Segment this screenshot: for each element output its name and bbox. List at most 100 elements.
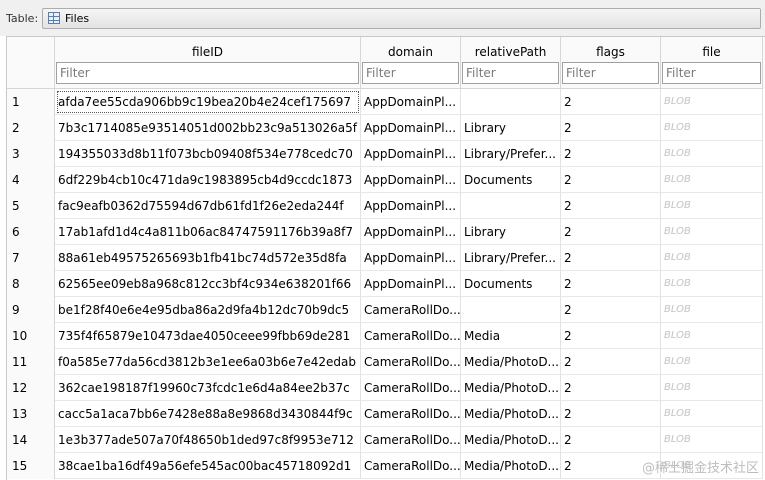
cell-file[interactable]: BLOB xyxy=(661,167,763,193)
table-row[interactable]: 1 afda7ee55cda906bb9c19bea20b4e24cef17569… xyxy=(7,89,765,115)
cell-domain[interactable]: AppDomainPl... xyxy=(361,271,461,297)
cell-file[interactable]: BLOB xyxy=(661,375,763,401)
cell-relativePath[interactable]: Media/PhotoD... xyxy=(461,427,561,453)
column-header-file[interactable]: file xyxy=(661,37,763,89)
cell-relativePath[interactable]: Documents xyxy=(461,271,561,297)
cell-fileID[interactable]: 194355033d8b11f073bcb09408f534e778cedc70 xyxy=(55,141,361,167)
cell-relativePath[interactable]: Media/PhotoD... xyxy=(461,349,561,375)
cell-fileID[interactable]: 17ab1afd1d4c4a811b06ac84747591176b39a8f7 xyxy=(55,219,361,245)
filter-input-domain[interactable] xyxy=(362,62,459,84)
cell-relativePath[interactable]: Media xyxy=(461,323,561,349)
cell-relativePath[interactable]: Library xyxy=(461,219,561,245)
table-row[interactable]: 7 88a61eb49575265693b1fb41bc74d572e35d8fa… xyxy=(7,245,765,271)
cell-fileID[interactable]: be1f28f40e6e4e95dba86a2d9fa4b12dc70b9dc5 xyxy=(55,297,361,323)
cell-fileID[interactable]: 362cae198187f19960c73fcdc1e6d4a84ee2b37c xyxy=(55,375,361,401)
filter-input-fileID[interactable] xyxy=(56,62,359,84)
cell-fileID[interactable]: cacc5a1aca7bb6e7428e88a8e9868d3430844f9c xyxy=(55,401,361,427)
table-selector[interactable]: Files xyxy=(42,8,761,29)
table-row[interactable]: 14 1e3b377ade507a70f48650b1ded97c8f9953e7… xyxy=(7,427,765,453)
table-row[interactable]: 10 735f4f65879e10473dae4050ceee99fbb69de2… xyxy=(7,323,765,349)
cell-flags[interactable]: 2 xyxy=(561,115,661,141)
cell-file[interactable]: BLOB xyxy=(661,349,763,375)
cell-relativePath[interactable] xyxy=(461,89,561,115)
cell-fileID[interactable]: 6df229b4cb10c471da9c1983895cb4d9ccdc1873 xyxy=(55,167,361,193)
cell-file[interactable]: BLOB xyxy=(661,89,763,115)
cell-relativePath[interactable] xyxy=(461,193,561,219)
column-header-relativePath[interactable]: relativePath xyxy=(461,37,561,89)
cell-relativePath[interactable]: Documents xyxy=(461,167,561,193)
table-row[interactable]: 6 17ab1afd1d4c4a811b06ac84747591176b39a8f… xyxy=(7,219,765,245)
cell-domain[interactable]: CameraRollDo... xyxy=(361,401,461,427)
cell-flags[interactable]: 2 xyxy=(561,141,661,167)
cell-flags[interactable]: 2 xyxy=(561,193,661,219)
cell-domain[interactable]: CameraRollDo... xyxy=(361,427,461,453)
cell-fileID[interactable]: 735f4f65879e10473dae4050ceee99fbb69de281 xyxy=(55,323,361,349)
table-row[interactable]: 11 f0a585e77da56cd3812b3e1ee6a03b6e7e42ed… xyxy=(7,349,765,375)
cell-fileID[interactable]: 62565ee09eb8a968c812cc3bf4c934e638201f66 xyxy=(55,271,361,297)
cell-relativePath[interactable]: Library xyxy=(461,115,561,141)
cell-flags[interactable]: 2 xyxy=(561,167,661,193)
cell-domain[interactable]: AppDomainPl... xyxy=(361,89,461,115)
cell-file[interactable]: BLOB xyxy=(661,427,763,453)
table-selector-value: Files xyxy=(65,12,90,25)
filter-input-relativePath[interactable] xyxy=(462,62,559,84)
column-title-file: file xyxy=(702,45,721,59)
cell-domain[interactable]: CameraRollDo... xyxy=(361,323,461,349)
cell-domain[interactable]: AppDomainPl... xyxy=(361,193,461,219)
cell-flags[interactable]: 2 xyxy=(561,427,661,453)
cell-fileID[interactable]: 88a61eb49575265693b1fb41bc74d572e35d8fa xyxy=(55,245,361,271)
cell-file[interactable]: BLOB xyxy=(661,141,763,167)
cell-domain[interactable]: AppDomainPl... xyxy=(361,219,461,245)
table-row[interactable]: 9 be1f28f40e6e4e95dba86a2d9fa4b12dc70b9dc… xyxy=(7,297,765,323)
cell-flags[interactable]: 2 xyxy=(561,375,661,401)
cell-fileID[interactable]: afda7ee55cda906bb9c19bea20b4e24cef175697 xyxy=(55,89,361,115)
cell-fileID[interactable]: fac9eafb0362d75594d67db61fd1f26e2eda244f xyxy=(55,193,361,219)
cell-file[interactable]: BLOB xyxy=(661,323,763,349)
cell-file[interactable]: BLOB xyxy=(661,271,763,297)
cell-file[interactable]: BLOB xyxy=(661,115,763,141)
cell-file[interactable]: BLOB xyxy=(661,219,763,245)
cell-file[interactable]: BLOB xyxy=(661,401,763,427)
column-header-flags[interactable]: flags xyxy=(561,37,661,89)
table-row[interactable]: 8 62565ee09eb8a968c812cc3bf4c934e638201f6… xyxy=(7,271,765,297)
cell-relativePath[interactable]: Media/PhotoD... xyxy=(461,375,561,401)
cell-flags[interactable]: 2 xyxy=(561,271,661,297)
cell-domain[interactable]: AppDomainPl... xyxy=(361,245,461,271)
filter-input-file[interactable] xyxy=(662,62,761,84)
cell-flags[interactable]: 2 xyxy=(561,219,661,245)
cell-file[interactable]: BLOB xyxy=(661,245,763,271)
cell-flags[interactable]: 2 xyxy=(561,89,661,115)
cell-domain[interactable]: CameraRollDo... xyxy=(361,297,461,323)
table-row[interactable]: 3 194355033d8b11f073bcb09408f534e778cedc7… xyxy=(7,141,765,167)
cell-domain[interactable]: AppDomainPl... xyxy=(361,141,461,167)
cell-fileID[interactable]: 38cae1ba16df49a56efe545ac00bac45718092d1 xyxy=(55,453,361,479)
cell-relativePath[interactable]: Library/Prefer... xyxy=(461,245,561,271)
cell-relativePath[interactable] xyxy=(461,297,561,323)
column-header-domain[interactable]: domain xyxy=(361,37,461,89)
cell-domain[interactable]: CameraRollDo... xyxy=(361,349,461,375)
cell-flags[interactable]: 2 xyxy=(561,349,661,375)
cell-relativePath[interactable]: Media/PhotoD... xyxy=(461,453,561,479)
cell-flags[interactable]: 2 xyxy=(561,245,661,271)
table-row[interactable]: 4 6df229b4cb10c471da9c1983895cb4d9ccdc187… xyxy=(7,167,765,193)
cell-domain[interactable]: AppDomainPl... xyxy=(361,115,461,141)
cell-fileID[interactable]: 1e3b377ade507a70f48650b1ded97c8f9953e712 xyxy=(55,427,361,453)
column-header-fileID[interactable]: fileID xyxy=(55,37,361,89)
cell-relativePath[interactable]: Media/PhotoD... xyxy=(461,401,561,427)
cell-flags[interactable]: 2 xyxy=(561,401,661,427)
cell-file[interactable]: BLOB xyxy=(661,297,763,323)
cell-flags[interactable]: 2 xyxy=(561,297,661,323)
cell-fileID[interactable]: f0a585e77da56cd3812b3e1ee6a03b6e7e42edab xyxy=(55,349,361,375)
table-row[interactable]: 2 7b3c1714085e93514051d002bb23c9a513026a5… xyxy=(7,115,765,141)
cell-file[interactable]: BLOB xyxy=(661,193,763,219)
cell-flags[interactable]: 2 xyxy=(561,323,661,349)
cell-fileID[interactable]: 7b3c1714085e93514051d002bb23c9a513026a5f xyxy=(55,115,361,141)
cell-relativePath[interactable]: Library/Prefer... xyxy=(461,141,561,167)
table-row[interactable]: 5 fac9eafb0362d75594d67db61fd1f26e2eda244… xyxy=(7,193,765,219)
cell-domain[interactable]: CameraRollDo... xyxy=(361,375,461,401)
cell-domain[interactable]: AppDomainPl... xyxy=(361,167,461,193)
table-row[interactable]: 12 362cae198187f19960c73fcdc1e6d4a84ee2b3… xyxy=(7,375,765,401)
cell-domain[interactable]: CameraRollDo... xyxy=(361,453,461,479)
table-row[interactable]: 13 cacc5a1aca7bb6e7428e88a8e9868d3430844f… xyxy=(7,401,765,427)
filter-input-flags[interactable] xyxy=(562,62,659,84)
